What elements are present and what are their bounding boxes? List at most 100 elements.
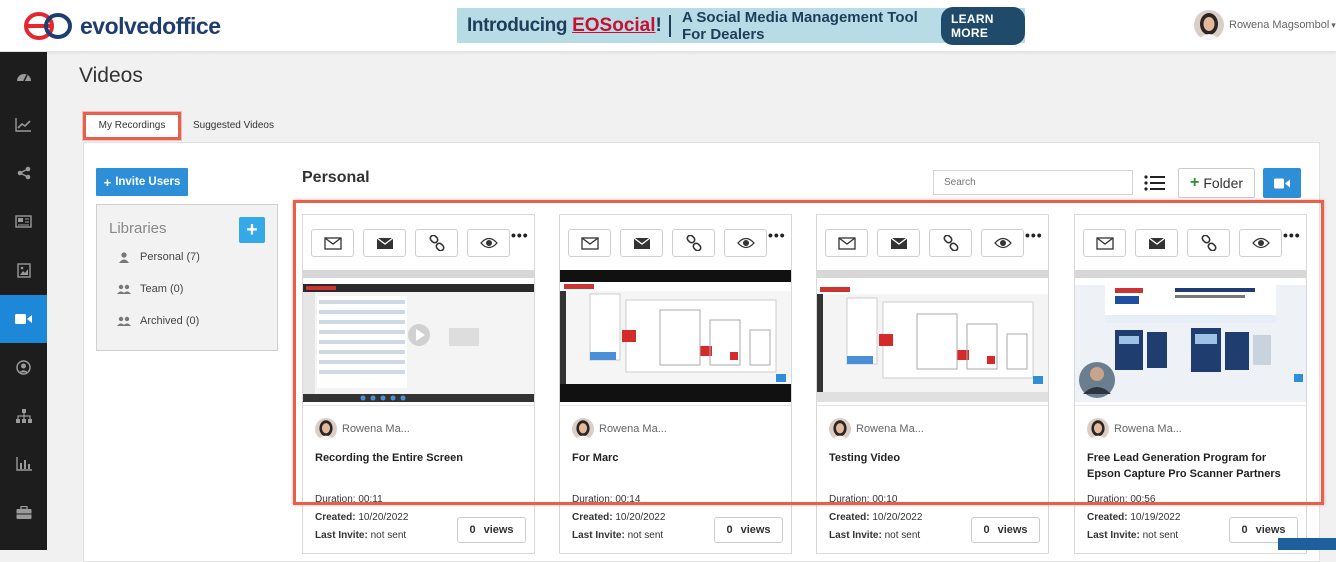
card-actions: [568, 229, 767, 257]
video-title[interactable]: Free Lead Generation Program for Epson C…: [1087, 450, 1297, 482]
views-button[interactable]: 0 views: [457, 517, 526, 543]
video-card[interactable]: ••• Rowena Ma... Recording the Entire Sc…: [302, 214, 535, 554]
video-thumbnail[interactable]: [560, 270, 791, 402]
email-send-button[interactable]: [1135, 229, 1178, 257]
copy-link-button[interactable]: [415, 229, 458, 257]
more-options-icon[interactable]: •••: [1025, 227, 1043, 243]
sidebar-item-reports[interactable]: [0, 440, 47, 489]
more-options-icon[interactable]: •••: [1283, 227, 1301, 243]
sidebar-item-news[interactable]: [0, 198, 47, 247]
video-thumbnail[interactable]: [817, 270, 1048, 402]
video-card[interactable]: ••• Rowena Ma... Testing Video Duration:…: [816, 214, 1049, 554]
banner-separator: [669, 14, 671, 37]
duration-label: Duration:: [829, 494, 870, 505]
views-button[interactable]: 0 views: [714, 517, 783, 543]
email-outline-button[interactable]: [1083, 229, 1126, 257]
sidebar-item-analytics[interactable]: [0, 101, 47, 150]
video-title[interactable]: Testing Video: [829, 450, 1039, 466]
video-card[interactable]: ••• Rowena Ma... For Marc Duration: 00:1…: [559, 214, 792, 554]
last-invite-value: not sent: [1142, 530, 1179, 541]
help-tab[interactable]: [1278, 538, 1336, 550]
last-invite: Last Invite: not sent: [1087, 530, 1178, 541]
preview-button[interactable]: [724, 229, 767, 257]
email-outline-button[interactable]: [825, 229, 868, 257]
users-icon: [117, 284, 131, 295]
banner-exclaim: !: [655, 14, 662, 36]
record-video-button[interactable]: [1263, 168, 1301, 198]
preview-button[interactable]: [981, 229, 1024, 257]
more-options-icon[interactable]: •••: [768, 227, 786, 243]
envelope-outline-icon: [1095, 236, 1114, 250]
views-count: 0: [469, 524, 476, 536]
folder-label: Folder: [1203, 175, 1244, 191]
sidebar-item-videos[interactable]: [0, 294, 47, 343]
sidebar-item-tools[interactable]: [0, 489, 47, 538]
tab-my-recordings[interactable]: My Recordings: [83, 112, 181, 140]
created-value: 10/20/2022: [872, 512, 923, 523]
plus-icon: +: [1189, 174, 1200, 191]
link-icon: [428, 235, 445, 251]
views-button[interactable]: 0 views: [971, 517, 1040, 543]
sidebar-item-dashboard[interactable]: [0, 52, 47, 101]
banner-intro: Introducing: [467, 14, 568, 36]
copy-link-button[interactable]: [929, 229, 972, 257]
search-input[interactable]: [933, 170, 1133, 195]
promo-banner[interactable]: Introducing EOSocial ! A Social Media Ma…: [457, 6, 1025, 45]
chevron-down-icon: ▾: [1331, 19, 1336, 30]
video-title[interactable]: For Marc: [572, 450, 782, 466]
email-outline-button[interactable]: [311, 229, 354, 257]
duration-label: Duration:: [572, 494, 613, 505]
duration: Duration: 00:11: [315, 494, 383, 505]
email-send-button[interactable]: [877, 229, 920, 257]
duration-value: 00:56: [1130, 494, 1156, 505]
video-thumbnail[interactable]: [303, 270, 534, 402]
views-label: views: [483, 524, 514, 536]
evolvedoffice-logo[interactable]: evolvedoffice: [22, 10, 221, 42]
envelope-icon: [376, 236, 393, 249]
author-name: Rowena Ma...: [1114, 423, 1182, 435]
newspaper-icon: [15, 215, 32, 228]
video-card[interactable]: ••• Rowena Ma... Free Lead Generation Pr…: [1074, 214, 1307, 554]
eye-icon: [736, 237, 755, 249]
top-bar: evolvedoffice Introducing EOSocial ! A S…: [0, 0, 1336, 52]
email-send-button[interactable]: [363, 229, 406, 257]
preview-button[interactable]: [467, 229, 510, 257]
invite-users-button[interactable]: + Invite Users: [96, 168, 188, 196]
banner-tagline: A Social Media Management Tool For Deale…: [681, 8, 918, 43]
sidebar-item-contacts[interactable]: [0, 343, 47, 392]
list-view-icon[interactable]: [1143, 173, 1167, 193]
user-name: Rowena Magsombol: [1229, 19, 1330, 31]
video-camera-icon: [1274, 178, 1290, 188]
library-item-team[interactable]: Team (0): [117, 283, 183, 295]
avatar: [829, 418, 851, 440]
learn-more-button[interactable]: LEARN MORE: [940, 6, 1025, 45]
copy-link-button[interactable]: [1187, 229, 1230, 257]
author: Rowena Ma...: [1087, 418, 1182, 440]
user-circle-icon: [16, 360, 31, 375]
library-item-personal[interactable]: Personal (7): [117, 251, 200, 263]
library-label: Personal (7): [140, 251, 200, 263]
email-send-button[interactable]: [620, 229, 663, 257]
new-folder-button[interactable]: + Folder: [1178, 168, 1255, 198]
dashboard-icon: [16, 74, 31, 82]
more-options-icon[interactable]: •••: [511, 227, 529, 243]
avatar: [1194, 10, 1224, 40]
sidebar-item-images[interactable]: [0, 246, 47, 295]
email-outline-button[interactable]: [568, 229, 611, 257]
user-menu[interactable]: Rowena Magsombol ▾: [1194, 10, 1336, 40]
duration-value: 00:10: [872, 494, 898, 505]
sidebar-item-organization[interactable]: [0, 392, 47, 441]
last-invite-label: Last Invite:: [1087, 530, 1140, 541]
library-label: Archived (0): [140, 315, 200, 327]
library-item-archived[interactable]: Archived (0): [117, 315, 199, 327]
video-title[interactable]: Recording the Entire Screen: [315, 450, 525, 466]
sidebar-item-social[interactable]: [0, 149, 47, 198]
last-invite-label: Last Invite:: [829, 530, 882, 541]
tab-suggested-videos[interactable]: Suggested Videos: [193, 112, 274, 140]
preview-button[interactable]: [1239, 229, 1282, 257]
author-name: Rowena Ma...: [856, 423, 924, 435]
add-library-button[interactable]: +: [239, 217, 265, 243]
copy-link-button[interactable]: [672, 229, 715, 257]
video-thumbnail[interactable]: [1075, 270, 1306, 402]
last-invite-label: Last Invite:: [315, 530, 368, 541]
